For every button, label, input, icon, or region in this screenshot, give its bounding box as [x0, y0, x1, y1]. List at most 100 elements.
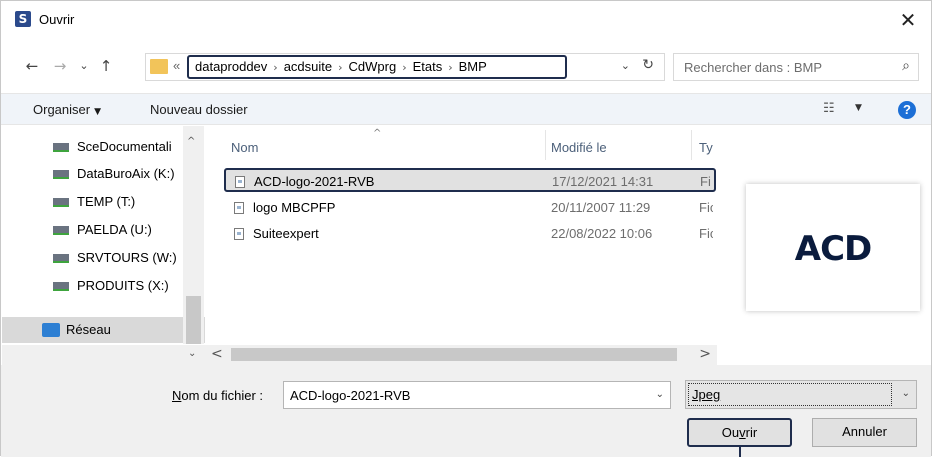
organiser-menu-button[interactable]: Organiser ▼ — [33, 102, 101, 117]
organiser-label: Organiser — [33, 102, 91, 117]
file-list: ^ Nom Modifié le Ty ACD-logo-2021-RVB 17… — [205, 126, 717, 344]
up-arrow-icon[interactable]: ↑ — [97, 57, 115, 75]
image-file-icon — [235, 176, 245, 188]
navigation-pane-footer — [2, 345, 205, 365]
breadcrumb-separator-icon[interactable]: › — [273, 60, 277, 76]
scroll-right-icon[interactable]: > — [699, 346, 711, 362]
breadcrumb-separator-icon[interactable]: › — [448, 60, 452, 76]
column-divider[interactable] — [545, 130, 546, 160]
file-modified-date: 22/08/2022 10:06 — [551, 226, 653, 241]
open-file-dialog: S Ouvrir ✕ ← → ⌄ ↑ « dataproddev › acdsuit… — [0, 0, 932, 457]
forward-arrow-icon[interactable]: → — [51, 57, 69, 75]
preview-pane: ACD — [746, 184, 920, 311]
network-drive-icon — [53, 254, 69, 263]
chevron-down-icon[interactable]: ⌄ — [656, 389, 664, 400]
file-modified-date: 17/12/2021 14:31 — [552, 174, 654, 189]
sidebar-item-reseau[interactable]: Réseau — [2, 317, 205, 343]
dialog-footer: Nom du fichier : ACD-logo-2021-RVB ⌄ Jpe… — [1, 365, 931, 457]
address-bar[interactable]: « dataproddev › acdsuite › CdWprg › Etats › BMP … — [145, 53, 665, 81]
breadcrumb: dataproddev › acdsuite › CdWprg › Etats › BMP — [187, 55, 567, 79]
network-drive-icon — [53, 198, 69, 207]
file-type-select[interactable]: Jpeg ⌄ — [685, 380, 917, 409]
sidebar-item-srvtours[interactable]: SRVTOURS (W:) — [2, 245, 184, 271]
sidebar-item-scedocumentali[interactable]: SceDocumentali — [2, 134, 184, 160]
sidebar-item-produits[interactable]: PRODUITS (X:) — [2, 273, 184, 299]
search-placeholder: Rechercher dans : BMP — [684, 60, 823, 75]
file-type: Fic — [699, 200, 713, 215]
chevron-down-icon[interactable]: ⌄ — [902, 388, 910, 399]
cancel-button[interactable]: Annuler — [812, 418, 917, 447]
scroll-down-icon[interactable]: ⌄ — [188, 348, 196, 359]
sidebar-item-label: PAELDA (U:) — [77, 222, 152, 237]
column-header-modified[interactable]: Modifié le — [551, 140, 607, 155]
sidebar-item-temp[interactable]: TEMP (T:) — [2, 189, 184, 215]
recent-locations-chevron-icon[interactable]: ⌄ — [75, 57, 93, 75]
navigation-pane: SceDocumentali DataBuroAix (K:) TEMP (T:… — [2, 126, 205, 344]
file-type: Fi — [700, 174, 711, 189]
sidebar-item-label: DataBuroAix (K:) — [77, 166, 175, 181]
breadcrumb-item[interactable]: Etats — [413, 59, 443, 75]
file-modified-date: 20/11/2007 11:29 — [551, 200, 651, 215]
network-icon — [42, 323, 60, 337]
network-drive-icon — [53, 282, 69, 291]
breadcrumb-separator-icon[interactable]: › — [402, 60, 406, 76]
navigation-pane-scrollbar[interactable]: ^ — [183, 126, 204, 344]
file-row[interactable]: ACD-logo-2021-RVB 17/12/2021 14:31 Fi — [224, 168, 716, 192]
breadcrumb-separator-icon[interactable]: › — [338, 60, 342, 76]
file-row[interactable]: Suiteexpert 22/08/2022 10:06 Fic — [225, 222, 717, 246]
column-header-type[interactable]: Ty — [699, 140, 713, 155]
window-title: Ouvrir — [39, 12, 75, 27]
sidebar-item-label: SRVTOURS (W:) — [77, 250, 177, 265]
breadcrumb-item[interactable]: dataproddev — [195, 59, 267, 75]
scrollbar-thumb[interactable] — [186, 296, 201, 344]
column-divider[interactable] — [691, 130, 692, 160]
scroll-left-icon[interactable]: < — [211, 346, 223, 362]
navigation-bar: ← → ⌄ ↑ « dataproddev › acdsuite › CdWprg › Et… — [1, 47, 931, 87]
search-input[interactable]: Rechercher dans : BMP ⌕ — [673, 53, 919, 81]
file-type-focus-ring: Jpeg — [688, 383, 892, 406]
file-name: ACD-logo-2021-RVB — [254, 174, 375, 189]
scroll-up-icon[interactable]: ^ — [187, 136, 195, 147]
sidebar-item-label: PRODUITS (X:) — [77, 278, 169, 293]
network-drive-icon — [53, 170, 69, 179]
scrollbar-thumb[interactable] — [231, 348, 677, 361]
help-icon[interactable]: ? — [898, 101, 916, 119]
file-list-header: ^ Nom Modifié le Ty — [205, 126, 717, 164]
sidebar-item-label: Réseau — [66, 322, 111, 337]
sidebar-item-label: TEMP (T:) — [77, 194, 136, 209]
view-chevron-down-icon[interactable]: ▼ — [855, 103, 862, 113]
file-list-horizontal-scrollbar[interactable]: < > — [205, 345, 717, 365]
command-toolbar: Organiser ▼ Nouveau dossier ☷ ▼ ? — [1, 93, 931, 125]
folder-icon — [150, 59, 168, 74]
file-row[interactable]: logo MBCPFP 20/11/2007 11:29 Fic — [225, 196, 717, 220]
close-icon[interactable]: ✕ — [895, 7, 921, 33]
view-options-icon[interactable]: ☷ — [823, 101, 835, 116]
back-arrow-icon[interactable]: ← — [23, 57, 41, 75]
breadcrumb-item[interactable]: acdsuite — [284, 59, 332, 75]
filename-input[interactable]: ACD-logo-2021-RVB ⌄ — [283, 381, 671, 409]
sort-ascending-icon: ^ — [373, 128, 382, 139]
file-name: Suiteexpert — [253, 226, 319, 241]
filename-value: ACD-logo-2021-RVB — [290, 388, 411, 403]
app-icon: S — [15, 11, 31, 27]
address-dropdown-icon[interactable]: ⌄ — [621, 59, 630, 72]
breadcrumb-item[interactable]: BMP — [459, 59, 487, 75]
column-header-name[interactable]: Nom — [231, 140, 258, 155]
refresh-icon[interactable]: ↻ — [642, 57, 654, 73]
file-type: Fic — [699, 226, 713, 241]
search-icon[interactable]: ⌕ — [902, 58, 910, 74]
sidebar-item-databuroaix[interactable]: DataBuroAix (K:) — [2, 161, 184, 187]
sidebar-item-label: SceDocumentali — [77, 139, 172, 154]
filename-label: Nom du fichier : — [172, 388, 264, 403]
network-drive-icon — [53, 143, 69, 152]
sidebar-item-paelda[interactable]: PAELDA (U:) — [2, 217, 184, 243]
file-type-value: Jpeg — [692, 387, 721, 402]
file-name: logo MBCPFP — [253, 200, 336, 215]
new-folder-button[interactable]: Nouveau dossier — [150, 102, 248, 117]
open-button[interactable]: Ouvrir — [687, 418, 792, 447]
network-drive-icon — [53, 226, 69, 235]
image-file-icon — [234, 202, 244, 214]
breadcrumb-item[interactable]: CdWprg — [349, 59, 397, 75]
chevron-down-icon: ▼ — [94, 107, 101, 117]
breadcrumb-overflow-icon[interactable]: « — [173, 58, 180, 73]
